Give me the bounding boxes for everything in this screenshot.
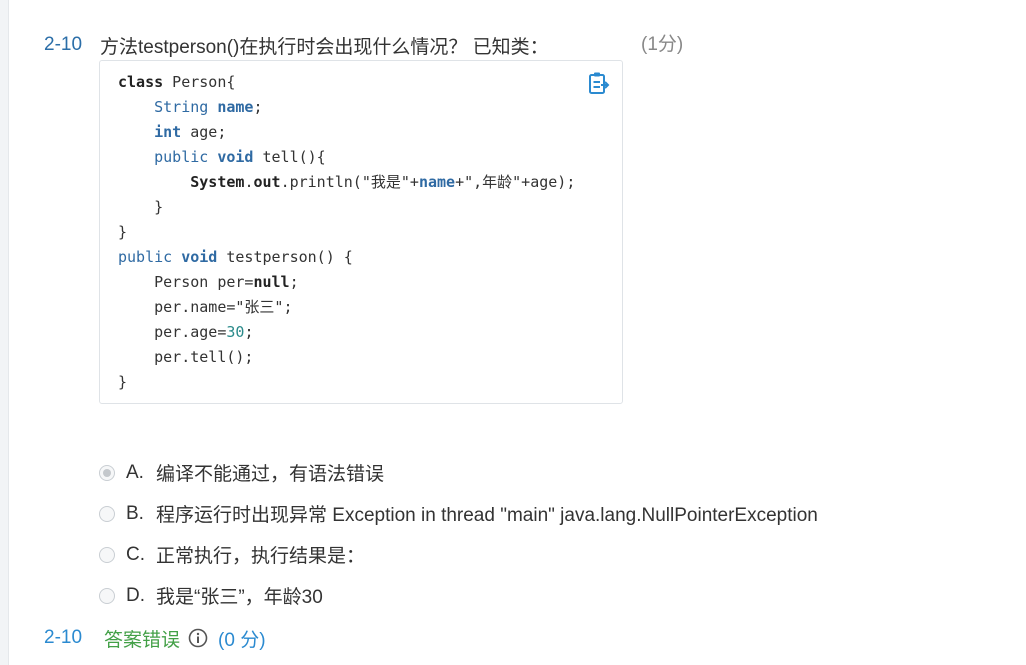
code-text-segment: ; xyxy=(289,273,299,291)
question-score: (1分) xyxy=(641,34,684,55)
code-text-segment: .println("我是"+ xyxy=(280,173,419,191)
info-icon[interactable] xyxy=(188,628,208,648)
code-text-segment: ; xyxy=(253,98,263,116)
code-text-segment: age; xyxy=(181,123,227,141)
code-text-segment: } xyxy=(154,198,164,216)
code-text-segment: per.tell(); xyxy=(154,348,254,366)
code-text-segment: } xyxy=(118,223,128,241)
code-keyword: class xyxy=(118,73,164,91)
option-text: 编译不能通过，有语法错误 xyxy=(156,464,385,485)
option-c[interactable]: C. 正常执行，执行结果是： xyxy=(99,534,818,575)
code-keyword: null xyxy=(253,273,290,291)
question-text: 方法testperson()在执行时会出现什么情况？ 已知类： xyxy=(100,36,549,58)
code-keyword: void xyxy=(181,248,218,266)
code-keyword: int xyxy=(154,123,182,141)
code-field: out xyxy=(253,173,281,191)
option-key: C. xyxy=(126,543,145,565)
option-key: D. xyxy=(126,584,145,606)
radio-option-b[interactable] xyxy=(99,505,115,522)
code-text-segment: Person per= xyxy=(154,273,254,291)
option-a[interactable]: A. 编译不能通过，有语法错误 xyxy=(99,452,818,493)
code-keyword: public xyxy=(118,248,173,266)
code-number: 30 xyxy=(226,323,245,341)
code-field: name xyxy=(418,173,456,191)
code-text-segment: Person{ xyxy=(163,73,236,91)
code-type: String xyxy=(154,98,209,116)
code-text-segment: ; xyxy=(244,323,254,341)
radio-option-d[interactable] xyxy=(99,587,115,604)
radio-option-a[interactable] xyxy=(99,464,115,481)
option-key: B. xyxy=(126,502,144,524)
option-b[interactable]: B. 程序运行时出现异常 Exception in thread "main" … xyxy=(99,493,818,534)
code-text-segment: per.age= xyxy=(154,323,227,341)
result-question-number: 2-10 xyxy=(44,627,83,648)
radio-option-c[interactable] xyxy=(99,546,115,563)
option-text: 程序运行时出现异常 Exception in thread "main" jav… xyxy=(156,505,818,526)
option-text: 正常执行，执行结果是： xyxy=(156,546,366,567)
code-keyword: void xyxy=(217,148,254,166)
code-text-segment: per.name="张三"; xyxy=(154,298,293,316)
left-gutter xyxy=(0,0,9,665)
question-header: 2-10 方法testperson()在执行时会出现什么情况？ 已知类： xyxy=(44,32,549,58)
question-number: 2-10 xyxy=(44,34,83,55)
option-d[interactable]: D. 我是“张三”，年龄30 xyxy=(99,575,818,616)
code-keyword: public xyxy=(154,148,209,166)
code-field: name xyxy=(217,98,254,116)
code-block: class Person{ String name; int age; publ… xyxy=(99,60,623,404)
option-text: 我是“张三”，年龄30 xyxy=(156,587,323,608)
result-bar: 2-10 答案错误 (0 分) xyxy=(44,624,266,652)
option-key: A. xyxy=(126,461,144,483)
code-text-segment: } xyxy=(118,373,128,391)
code-text-segment: testperson() { xyxy=(217,248,353,266)
code-text-segment: +",年龄"+age); xyxy=(455,173,576,191)
answer-options: A. 编译不能通过，有语法错误 B. 程序运行时出现异常 Exception i… xyxy=(99,452,818,616)
copy-icon[interactable] xyxy=(588,71,610,95)
result-score: (0 分) xyxy=(218,629,266,651)
result-status: 答案错误 xyxy=(104,629,181,651)
code-class: System xyxy=(190,173,245,191)
code-text: class Person{ String name; int age; publ… xyxy=(118,70,575,395)
code-text-segment: tell(){ xyxy=(253,148,326,166)
